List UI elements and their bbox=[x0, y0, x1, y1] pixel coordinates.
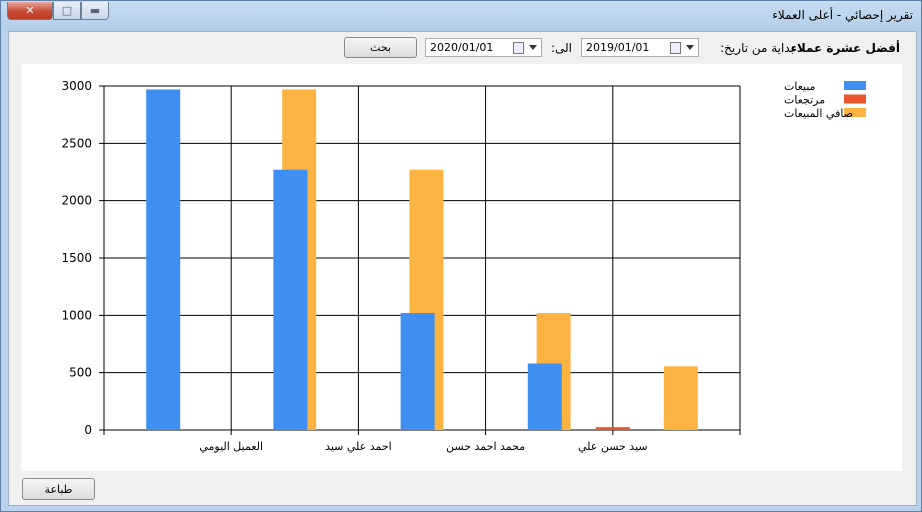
close-icon: ✕ bbox=[25, 4, 35, 17]
sales-chart: 0 500 1000 1500 2000 2500 3000 العميل اليومي احم… bbox=[61, 79, 866, 453]
minimize-icon: ▬ bbox=[89, 4, 101, 17]
x-category-label: سيد حسن علي bbox=[578, 440, 648, 453]
legend-label: صافي المبيعات bbox=[784, 107, 853, 120]
chevron-down-icon bbox=[686, 45, 694, 50]
legend-swatch bbox=[844, 94, 866, 104]
y-tick-label: 2000 bbox=[61, 194, 92, 208]
y-tick-label: 0 bbox=[84, 423, 92, 437]
y-tick-label: 1000 bbox=[61, 308, 92, 322]
bar-1 bbox=[273, 169, 308, 430]
close-button[interactable]: ✕ bbox=[7, 2, 53, 20]
calendar-icon bbox=[670, 42, 681, 54]
y-tick-label: 500 bbox=[69, 366, 92, 380]
maximize-icon: □ bbox=[61, 4, 73, 17]
y-tick-label: 3000 bbox=[61, 79, 92, 93]
print-button[interactable]: طباعة bbox=[22, 478, 95, 500]
to-date-value: 2020/01/01 bbox=[430, 41, 494, 54]
title-bar[interactable]: ✕ □ ▬ تقرير إحصائي - أعلى العملاء bbox=[1, 1, 921, 31]
top-ten-heading: أفضل عشرة عملاء bbox=[790, 41, 900, 55]
legend-swatch bbox=[844, 81, 866, 90]
legend-label: مبيعات bbox=[784, 80, 816, 93]
calendar-icon bbox=[513, 42, 524, 54]
report-window: ✕ □ ▬ تقرير إحصائي - أعلى العملاء أفضل ع… bbox=[0, 0, 922, 512]
bar-2 bbox=[595, 427, 630, 430]
bar-1 bbox=[146, 89, 181, 430]
search-button[interactable]: بحث bbox=[344, 37, 417, 58]
x-category-label: احمد علي سيد bbox=[325, 440, 392, 453]
maximize-button[interactable]: □ bbox=[53, 2, 81, 20]
minimize-button[interactable]: ▬ bbox=[81, 2, 109, 20]
y-tick-label: 1500 bbox=[61, 251, 92, 265]
bar-1 bbox=[527, 363, 562, 430]
window-title: تقرير إحصائي - أعلى العملاء bbox=[772, 8, 913, 22]
x-category-label: العميل اليومي bbox=[199, 440, 263, 453]
to-date-picker[interactable]: 2020/01/01 bbox=[425, 38, 542, 57]
from-date-picker[interactable]: 2019/01/01 bbox=[581, 38, 699, 57]
to-date-label: الى: bbox=[550, 41, 572, 55]
client-area: أفضل عشرة عملاء بداية من تاريخ: 2019/01/… bbox=[8, 31, 917, 506]
chart-area: 0 500 1000 1500 2000 2500 3000 العميل اليومي احم… bbox=[21, 64, 902, 471]
bar-1 bbox=[400, 313, 435, 430]
x-category-label: محمد احمد حسن bbox=[446, 440, 525, 453]
y-tick-label: 2500 bbox=[61, 136, 92, 150]
legend-label: مرتجعات bbox=[784, 94, 825, 107]
from-date-value: 2019/01/01 bbox=[586, 41, 650, 54]
from-date-label: بداية من تاريخ: bbox=[720, 41, 794, 55]
chevron-down-icon bbox=[529, 45, 537, 50]
bar-3 bbox=[663, 366, 698, 430]
